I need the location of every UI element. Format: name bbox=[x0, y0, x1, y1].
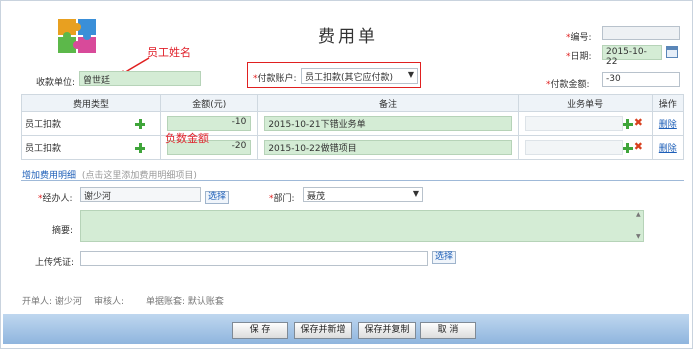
col-note: 备注 bbox=[257, 94, 519, 112]
chevron-down-icon: ▼ bbox=[412, 189, 419, 198]
summary-textarea[interactable] bbox=[80, 210, 644, 242]
cell-note: 2015-10-22做错项目 bbox=[257, 135, 519, 160]
close-icon[interactable]: ✖ bbox=[634, 117, 643, 128]
number-label: *编号: bbox=[566, 33, 592, 43]
cell-type: 员工扣款 bbox=[20, 135, 162, 160]
cell-action: 删除 bbox=[651, 135, 685, 160]
upload-field[interactable] bbox=[80, 251, 428, 266]
summary-label: 摘要: bbox=[52, 226, 74, 236]
date-label: *日期: bbox=[566, 52, 592, 62]
receiver-field[interactable]: 曾世廷 bbox=[79, 71, 201, 86]
account-set-text: 单据账套: 默认账套 bbox=[146, 297, 224, 307]
button-bar: 保 存 保存并新增 保存并复制 取 消 bbox=[3, 314, 689, 344]
delete-link[interactable]: 删除 bbox=[659, 120, 677, 130]
cell-order: ✖ bbox=[517, 111, 653, 136]
number-field[interactable] bbox=[602, 26, 680, 40]
save-new-button[interactable]: 保存并新增 bbox=[294, 322, 352, 339]
add-icon[interactable] bbox=[622, 119, 633, 129]
table-row: 员工扣款 -10 2015-10-21下错业务单 ✖ 删除 bbox=[20, 111, 685, 136]
table-header-row: 费用类型 金额(元) 备注 业务单号 操作 bbox=[20, 94, 685, 112]
upload-select-button[interactable]: 选择 bbox=[432, 251, 457, 264]
col-amount: 金额(元) bbox=[160, 94, 259, 112]
add-icon[interactable] bbox=[135, 119, 145, 129]
section-divider bbox=[21, 180, 684, 181]
type-text: 员工扣款 bbox=[25, 120, 62, 130]
date-field[interactable]: 2015-10-22 bbox=[602, 45, 662, 67]
table-row: 员工扣款 -20 2015-10-22做错项目 ✖ 删除 bbox=[20, 135, 685, 160]
department-label: *部门: bbox=[269, 194, 295, 204]
reviewer-text: 审核人: bbox=[94, 297, 125, 307]
type-text: 员工扣款 bbox=[25, 144, 62, 154]
col-type: 费用类型 bbox=[20, 94, 162, 112]
delete-link[interactable]: 删除 bbox=[659, 144, 677, 154]
receiver-label: 收款单位: bbox=[36, 78, 76, 88]
note-input[interactable]: 2015-10-21下错业务单 bbox=[264, 116, 512, 131]
chevron-down-icon: ▼ bbox=[407, 70, 414, 79]
add-icon[interactable] bbox=[622, 143, 633, 153]
upload-label: 上传凭证: bbox=[35, 258, 75, 268]
save-copy-button[interactable]: 保存并复制 bbox=[358, 322, 416, 339]
cell-order: ✖ bbox=[517, 135, 653, 160]
handler-select-button[interactable]: 选择 bbox=[205, 191, 230, 204]
scroll-down-icon[interactable]: ▼ bbox=[636, 233, 641, 241]
cell-note: 2015-10-21下错业务单 bbox=[257, 111, 519, 136]
annotation-negative-amount: 负数金额 bbox=[165, 132, 209, 145]
cell-action: 删除 bbox=[651, 111, 685, 136]
order-input[interactable] bbox=[524, 116, 623, 131]
scroll-up-icon[interactable]: ▲ bbox=[636, 211, 641, 219]
account-label: *付款账户: bbox=[253, 74, 297, 84]
account-select[interactable]: 员工扣款(其它应付款) ▼ bbox=[301, 68, 418, 84]
amount-label: *付款金额: bbox=[546, 80, 590, 90]
cell-type: 员工扣款 bbox=[20, 111, 162, 136]
col-order: 业务单号 bbox=[517, 94, 653, 112]
close-icon[interactable]: ✖ bbox=[634, 141, 643, 152]
note-input[interactable]: 2015-10-22做错项目 bbox=[264, 140, 512, 155]
annotation-employee-name: 员工姓名 bbox=[147, 46, 191, 59]
cancel-button[interactable]: 取 消 bbox=[420, 322, 476, 339]
handler-field[interactable]: 谢少河 bbox=[80, 187, 201, 202]
col-action: 操作 bbox=[651, 94, 685, 112]
order-input[interactable] bbox=[524, 140, 623, 155]
expense-table: 费用类型 金额(元) 备注 业务单号 操作 员工扣款 -10 2015-10-2… bbox=[20, 94, 685, 160]
page-title: 费用单 bbox=[318, 27, 378, 47]
calendar-icon[interactable] bbox=[666, 46, 678, 58]
department-select[interactable]: 聂茂 ▼ bbox=[303, 187, 423, 202]
add-icon[interactable] bbox=[135, 143, 145, 153]
handler-label: *经办人: bbox=[38, 194, 73, 204]
save-button[interactable]: 保 存 bbox=[232, 322, 288, 339]
creator-text: 开单人: 谢少河 bbox=[22, 297, 82, 307]
puzzle-logo-icon bbox=[56, 15, 100, 57]
amount-field[interactable]: -30 bbox=[602, 72, 680, 87]
amount-input[interactable]: -10 bbox=[167, 116, 252, 131]
